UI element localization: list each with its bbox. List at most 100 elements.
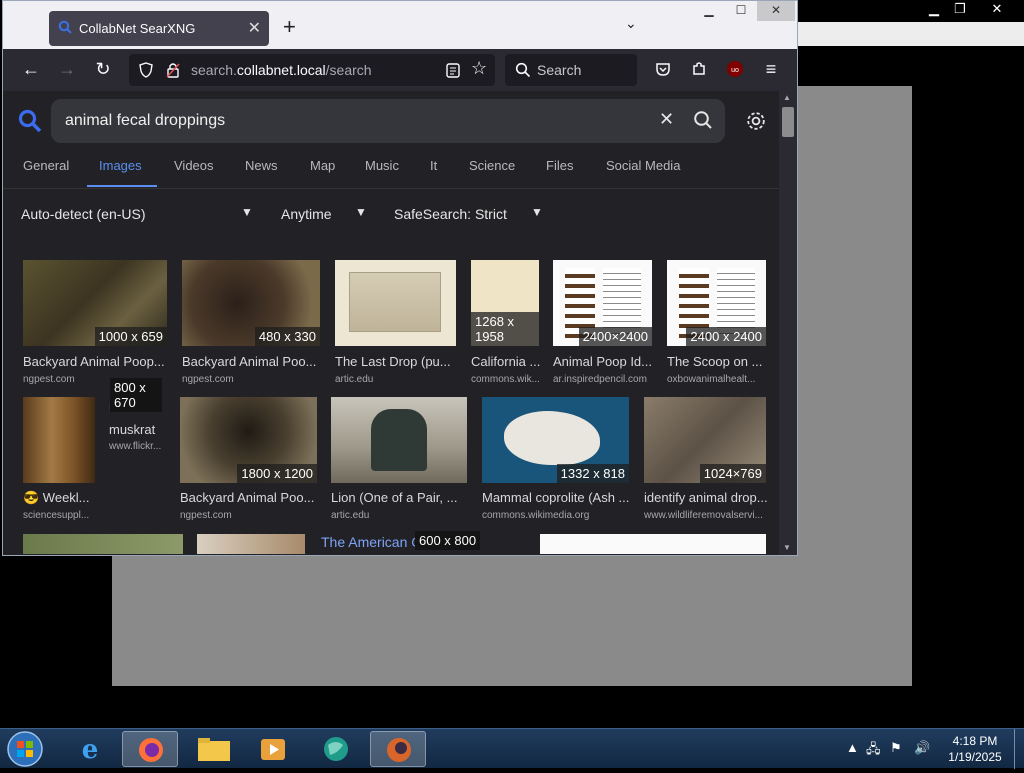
result-thumbnail[interactable]: [335, 260, 456, 346]
result-title[interactable]: Backyard Animal Poo...: [180, 490, 320, 505]
tab-videos[interactable]: Videos: [174, 158, 214, 173]
result-title[interactable]: 😎 Weekl...: [23, 490, 95, 506]
result-title[interactable]: Backyard Animal Poo...: [182, 354, 322, 369]
result-title[interactable]: Mammal coprolite (Ash ...: [482, 490, 632, 505]
result-thumbnail[interactable]: [23, 534, 183, 554]
image-dimensions: 1800 x 1200: [237, 464, 317, 483]
active-tab[interactable]: CollabNet SearXNG ✕: [49, 11, 269, 46]
tab-music[interactable]: Music: [365, 158, 399, 173]
result-title[interactable]: The Last Drop (pu...: [335, 354, 457, 369]
result-thumbnail[interactable]: [540, 534, 766, 554]
settings-gear-icon[interactable]: [745, 110, 767, 132]
ublock-icon[interactable]: uo: [723, 58, 747, 82]
search-box[interactable]: Search: [505, 54, 637, 86]
scroll-up-icon[interactable]: ▲: [783, 93, 791, 102]
tab-general[interactable]: General: [23, 158, 69, 173]
broken-image-alt-text[interactable]: The American Ge: [321, 534, 430, 550]
chevron-down-icon[interactable]: ▼: [241, 205, 253, 219]
window-maximize-icon[interactable]: ☐: [725, 1, 757, 21]
firefox-button[interactable]: [122, 731, 178, 767]
tab-map[interactable]: Map: [310, 158, 335, 173]
result-thumbnail[interactable]: 480 x 330: [182, 260, 320, 346]
network-icon[interactable]: 🖧: [866, 740, 881, 762]
result-title[interactable]: Backyard Animal Poop...: [23, 354, 169, 369]
result-thumbnail[interactable]: [23, 397, 95, 483]
reader-view-icon[interactable]: [446, 63, 460, 78]
close-icon[interactable]: ✕: [982, 0, 1012, 18]
background-window[interactable]: [798, 22, 1024, 46]
shield-icon[interactable]: [138, 62, 154, 78]
forward-icon[interactable]: →: [55, 58, 79, 82]
action-center-flag-icon[interactable]: ⚑: [890, 740, 902, 756]
restore-icon[interactable]: ❐: [946, 0, 974, 18]
lock-warning-icon[interactable]: [166, 62, 180, 78]
tab-list-icon[interactable]: ⌄: [625, 15, 637, 32]
result-source: artic.edu: [335, 374, 374, 385]
safesearch-select[interactable]: SafeSearch: Strict: [394, 206, 507, 222]
show-hidden-icons-icon[interactable]: ▲: [846, 740, 859, 755]
window-minimize-icon[interactable]: ▁: [693, 1, 725, 21]
clock[interactable]: 4:18 PM 1/19/2025: [940, 733, 1010, 765]
tab-it[interactable]: It: [430, 158, 437, 173]
pinned-app-button[interactable]: [370, 731, 426, 767]
menu-icon[interactable]: ≡: [759, 58, 783, 82]
new-tab-button[interactable]: +: [283, 14, 296, 40]
tab-images[interactable]: Images: [99, 158, 142, 173]
result-thumbnail[interactable]: 1024×769: [644, 397, 766, 483]
result-thumbnail[interactable]: [197, 534, 305, 554]
media-player-button[interactable]: [246, 731, 302, 767]
search-placeholder: Search: [537, 62, 582, 78]
tab-files[interactable]: Files: [546, 158, 573, 173]
scroll-down-icon[interactable]: ▼: [783, 543, 791, 552]
result-title[interactable]: The Scoop on ...: [667, 354, 767, 369]
result-thumbnail[interactable]: 2400×2400: [553, 260, 652, 346]
chevron-down-icon[interactable]: ▼: [531, 205, 543, 219]
clear-search-icon[interactable]: ✕: [659, 109, 674, 130]
reload-icon[interactable]: ↻: [91, 58, 115, 82]
extensions-icon[interactable]: [687, 58, 711, 82]
minimize-icon[interactable]: ▁: [920, 0, 948, 18]
result-title[interactable]: identify animal drop...: [644, 490, 768, 505]
start-button[interactable]: [6, 730, 46, 768]
pocket-icon[interactable]: [651, 58, 675, 82]
volume-icon[interactable]: 🔊: [914, 740, 930, 756]
show-desktop-button[interactable]: [1014, 729, 1024, 769]
active-tab-indicator: [87, 185, 157, 187]
language-select[interactable]: Auto-detect (en-US): [21, 206, 146, 222]
tab-bar: CollabNet SearXNG ✕ + ⌄ ▁ ☐ ✕: [3, 1, 797, 49]
close-tab-icon[interactable]: ✕: [248, 18, 261, 38]
chevron-down-icon[interactable]: ▼: [355, 205, 367, 219]
globe-icon: [324, 737, 348, 761]
result-thumbnail[interactable]: 1800 x 1200: [180, 397, 317, 483]
url-bar[interactable]: search.collabnet.local/search ☆: [129, 54, 495, 86]
scroll-thumb[interactable]: [782, 107, 794, 137]
internet-explorer-button[interactable]: e: [62, 731, 118, 767]
back-icon[interactable]: ←: [19, 58, 43, 82]
result-thumbnail[interactable]: [331, 397, 467, 483]
result-title[interactable]: Lion (One of a Pair, ...: [331, 490, 467, 505]
ie-icon: e: [82, 735, 99, 765]
searxng-page: animal fecal droppings ✕ General Images …: [3, 91, 779, 555]
result-thumbnail[interactable]: 1000 x 659: [23, 260, 167, 346]
tab-news[interactable]: News: [245, 158, 278, 173]
scrollbar[interactable]: ▲ ▼: [779, 91, 797, 555]
tab-science[interactable]: Science: [469, 158, 515, 173]
window-close-icon[interactable]: ✕: [757, 1, 795, 21]
tab-social-media[interactable]: Social Media: [606, 158, 680, 173]
app-icon: [387, 738, 411, 762]
result-thumbnail[interactable]: 1268 x 1958: [471, 260, 539, 346]
file-explorer-button[interactable]: [186, 731, 242, 767]
searxng-logo-icon[interactable]: [17, 108, 43, 134]
browser-app-button[interactable]: [308, 731, 364, 767]
search-input[interactable]: animal fecal droppings ✕: [51, 99, 725, 143]
image-dimensions: 600 x 800: [415, 531, 481, 550]
result-title[interactable]: Animal Poop Id...: [553, 354, 655, 369]
search-query: animal fecal droppings: [65, 112, 226, 129]
result-title[interactable]: California ...: [471, 354, 541, 369]
bookmark-star-icon[interactable]: ☆: [471, 58, 487, 79]
search-submit-icon[interactable]: [693, 110, 713, 130]
result-thumbnail[interactable]: 1332 x 818: [482, 397, 629, 483]
result-thumbnail[interactable]: 2400 x 2400: [667, 260, 766, 346]
time-range-select[interactable]: Anytime: [281, 206, 332, 222]
result-title[interactable]: muskrat: [109, 422, 169, 437]
